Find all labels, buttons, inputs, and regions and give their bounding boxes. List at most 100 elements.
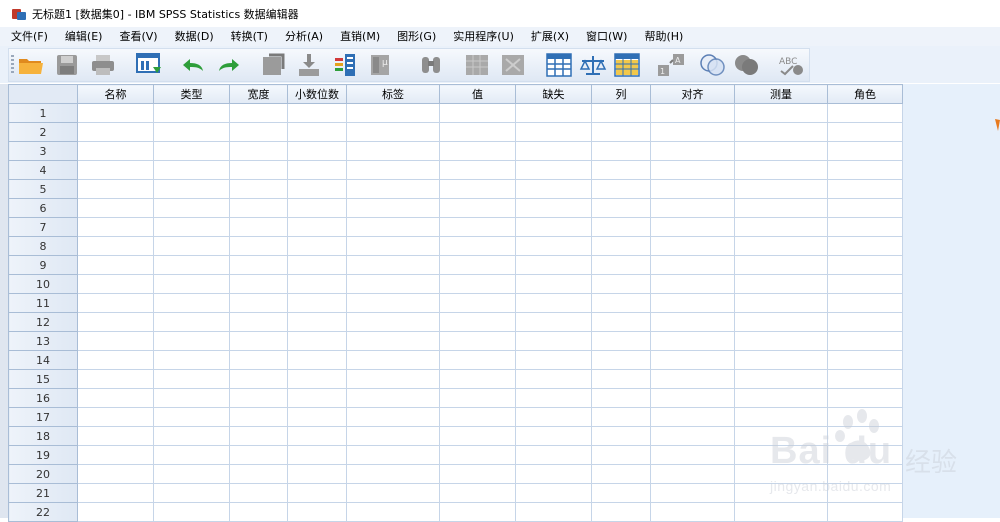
grid-cell[interactable] — [827, 217, 903, 237]
grid-cell[interactable] — [439, 445, 516, 465]
grid-cell[interactable] — [153, 350, 230, 370]
menu-file[interactable]: 文件(F) — [0, 27, 54, 46]
grid-cell[interactable] — [287, 293, 347, 313]
grid-cell[interactable] — [515, 426, 592, 446]
grid-cell[interactable] — [346, 388, 440, 408]
grid-cell[interactable] — [346, 464, 440, 484]
grid-cell[interactable] — [591, 179, 651, 199]
grid-cell[interactable] — [827, 103, 903, 123]
row-header[interactable]: 18 — [8, 426, 78, 446]
grid-cell[interactable] — [346, 369, 440, 389]
menu-transform[interactable]: 转换(T) — [220, 27, 274, 46]
grid-cell[interactable] — [650, 255, 735, 275]
grid-cell[interactable] — [77, 331, 154, 351]
row-header[interactable]: 7 — [8, 217, 78, 237]
grid-cell[interactable] — [734, 369, 828, 389]
grid-cell[interactable] — [77, 426, 154, 446]
grid-cell[interactable] — [827, 502, 903, 522]
grid-cell[interactable] — [439, 407, 516, 427]
menu-help[interactable]: 帮助(H) — [633, 27, 689, 46]
column-header[interactable]: 名称 — [77, 84, 154, 104]
grid-cell[interactable] — [734, 255, 828, 275]
grid-cell[interactable] — [591, 103, 651, 123]
row-header[interactable]: 13 — [8, 331, 78, 351]
grid-cell[interactable] — [439, 236, 516, 256]
select-cases-icon[interactable] — [613, 52, 641, 78]
grid-cell[interactable] — [734, 502, 828, 522]
grid-cell[interactable] — [153, 236, 230, 256]
grid-cell[interactable] — [650, 407, 735, 427]
grid-cell[interactable] — [153, 103, 230, 123]
grid-cell[interactable] — [734, 293, 828, 313]
grid-cell[interactable] — [229, 293, 288, 313]
grid-cell[interactable] — [827, 293, 903, 313]
grid-cell[interactable] — [650, 445, 735, 465]
grid-cell[interactable] — [287, 388, 347, 408]
grid-cell[interactable] — [439, 255, 516, 275]
grid-cell[interactable] — [439, 217, 516, 237]
grid-cell[interactable] — [287, 236, 347, 256]
grid-cell[interactable] — [287, 445, 347, 465]
menu-analyze[interactable]: 分析(A) — [274, 27, 329, 46]
grid-cell[interactable] — [77, 369, 154, 389]
grid-cell[interactable] — [77, 350, 154, 370]
row-header[interactable]: 3 — [8, 141, 78, 161]
grid-cell[interactable] — [515, 198, 592, 218]
grid-cell[interactable] — [827, 274, 903, 294]
grid-cell[interactable] — [515, 312, 592, 332]
grid-cell[interactable] — [827, 350, 903, 370]
grid-cell[interactable] — [439, 369, 516, 389]
save-icon[interactable] — [53, 52, 81, 78]
grid-cell[interactable] — [650, 331, 735, 351]
grid-cell[interactable] — [346, 160, 440, 180]
grid-cell[interactable] — [734, 141, 828, 161]
menu-window[interactable]: 窗口(W) — [575, 27, 633, 46]
grid-cell[interactable] — [346, 217, 440, 237]
variables-icon[interactable] — [331, 52, 359, 78]
grid-cell[interactable] — [591, 293, 651, 313]
grid-cell[interactable] — [229, 331, 288, 351]
grid-cell[interactable] — [229, 103, 288, 123]
grid-cell[interactable] — [650, 236, 735, 256]
grid-cell[interactable] — [439, 502, 516, 522]
grid-cell[interactable] — [153, 179, 230, 199]
grid-cell[interactable] — [439, 483, 516, 503]
grid-cell[interactable] — [591, 350, 651, 370]
grid-cell[interactable] — [734, 312, 828, 332]
row-header[interactable]: 5 — [8, 179, 78, 199]
grid-cell[interactable] — [153, 312, 230, 332]
grid-cell[interactable] — [229, 274, 288, 294]
column-header[interactable]: 小数位数 — [287, 84, 347, 104]
grid-cell[interactable] — [287, 464, 347, 484]
grid-cell[interactable] — [229, 426, 288, 446]
grid-cell[interactable] — [287, 179, 347, 199]
grid-cell[interactable] — [77, 198, 154, 218]
grid-cell[interactable] — [229, 312, 288, 332]
grid-cell[interactable] — [287, 141, 347, 161]
grid-cell[interactable] — [229, 407, 288, 427]
split-file-icon[interactable] — [545, 52, 573, 78]
row-header[interactable]: 21 — [8, 483, 78, 503]
grid-cell[interactable] — [591, 198, 651, 218]
grid-cell[interactable] — [153, 407, 230, 427]
grid-cell[interactable] — [77, 141, 154, 161]
grid-cell[interactable] — [346, 407, 440, 427]
column-header[interactable]: 值 — [439, 84, 516, 104]
menu-edit[interactable]: 编辑(E) — [54, 27, 109, 46]
spell-check-icon[interactable]: ABC — [777, 52, 805, 78]
grid-cell[interactable] — [77, 502, 154, 522]
grid-cell[interactable] — [346, 179, 440, 199]
grid-cell[interactable] — [515, 445, 592, 465]
column-header[interactable]: 类型 — [153, 84, 230, 104]
grid-cell[interactable] — [229, 179, 288, 199]
row-header[interactable]: 8 — [8, 236, 78, 256]
grid-cell[interactable] — [229, 236, 288, 256]
column-header[interactable]: 对齐 — [650, 84, 735, 104]
grid-cell[interactable] — [515, 179, 592, 199]
row-header[interactable]: 10 — [8, 274, 78, 294]
grid-cell[interactable] — [439, 388, 516, 408]
grid-cell[interactable] — [229, 217, 288, 237]
grid-cell[interactable] — [439, 141, 516, 161]
grid-cell[interactable] — [229, 160, 288, 180]
run-descriptives-icon[interactable]: μ — [367, 52, 395, 78]
